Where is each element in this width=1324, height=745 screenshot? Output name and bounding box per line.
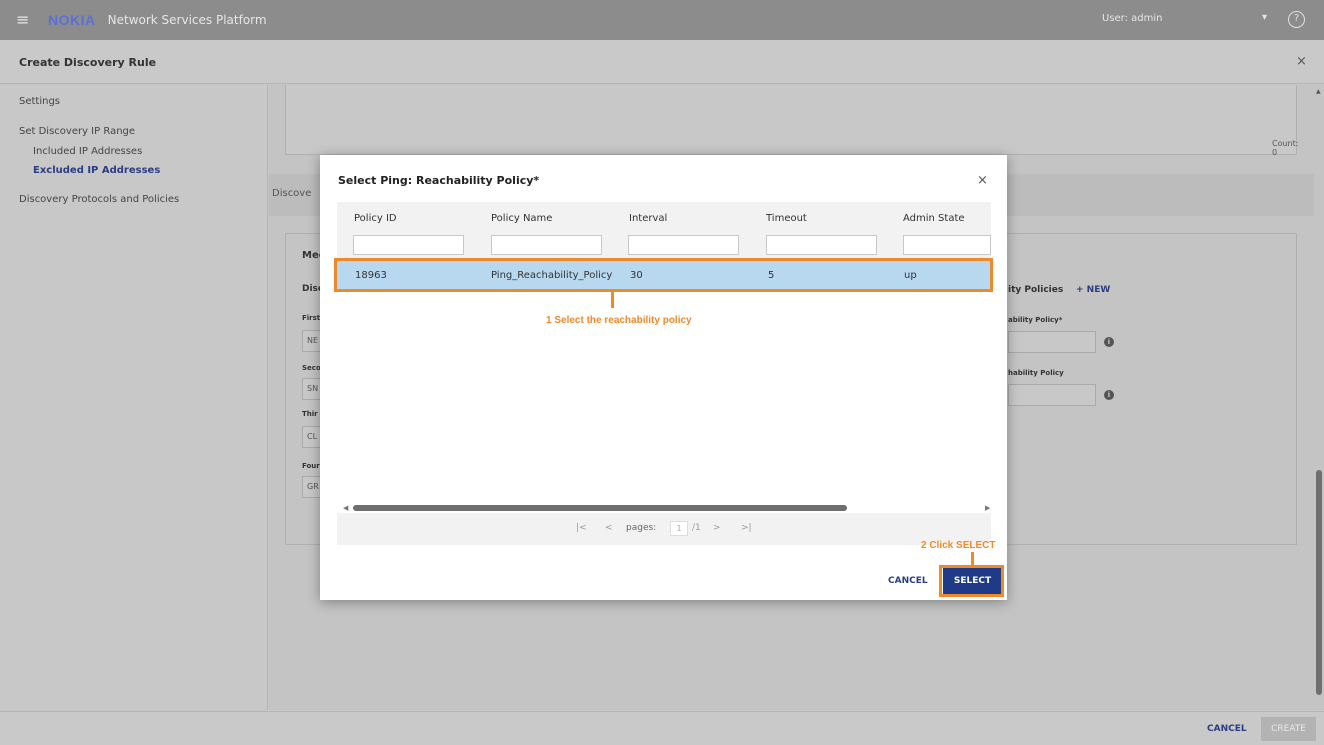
nav-item-settings[interactable]: Settings [19,96,60,107]
third-label: Thir [302,410,318,418]
second-field[interactable]: SN [302,378,322,400]
filter-row [337,233,991,259]
last-page-icon[interactable]: >| [741,523,752,533]
filter-policy-name[interactable] [491,235,602,255]
column-header-policy-id[interactable]: Policy ID [354,213,397,224]
prev-page-icon[interactable]: < [605,523,613,533]
policy-grid: Policy ID Policy Name Interval Timeout A… [337,202,991,545]
second-label: Seco [302,364,321,372]
row-highlight-frame [334,258,993,292]
reach-policy2-field[interactable] [1008,384,1096,406]
callout-connector [611,292,614,308]
first-label: First [302,314,321,322]
reach-policy-field[interactable] [1008,331,1096,353]
page-number-input[interactable]: 1 [670,521,688,536]
new-policy-link[interactable]: + NEW [1076,285,1110,295]
horizontal-scrollbar-thumb[interactable] [353,505,847,511]
grid-header: Policy ID Policy Name Interval Timeout A… [337,202,991,233]
third-field[interactable]: CL [302,426,322,448]
reach-policy-label: ability Policy* [1008,316,1063,324]
filter-admin-state[interactable] [903,235,991,255]
excluded-list: Count: 0 [285,85,1299,157]
column-header-timeout[interactable]: Timeout [766,213,807,224]
dialog-title: Select Ping: Reachability Policy* [338,174,540,187]
next-page-icon[interactable]: > [713,523,721,533]
info-icon: i [1104,390,1114,400]
first-field[interactable]: NE [302,330,322,352]
info-icon: i [1104,337,1114,347]
filter-policy-id[interactable] [353,235,464,255]
fourth-label: Four [302,462,320,470]
horizontal-scrollbar[interactable]: ◀ ▶ [337,504,991,512]
column-header-interval[interactable]: Interval [629,213,667,224]
first-page-icon[interactable]: |< [576,523,587,533]
select-policy-dialog: Select Ping: Reachability Policy* × Poli… [320,155,1007,600]
close-icon[interactable]: × [977,173,988,188]
column-header-policy-name[interactable]: Policy Name [491,213,552,224]
nav-item-excluded[interactable]: Excluded IP Addresses [33,165,160,176]
policies-label: ity Policies [1008,285,1064,295]
callout-step-2: 2 Click SELECT [921,540,996,551]
scroll-left-icon[interactable]: ◀ [343,504,348,512]
count-label: Count: 0 [1272,139,1299,157]
fourth-field[interactable]: GR [302,476,322,498]
page-footer: CANCEL CREATE [0,711,1324,745]
nav-item-protocols[interactable]: Discovery Protocols and Policies [19,194,179,205]
chevron-down-icon[interactable]: ▾ [1262,12,1267,23]
nav-item-set-range[interactable]: Set Discovery IP Range [19,126,135,137]
filter-interval[interactable] [628,235,739,255]
create-button[interactable]: CREATE [1261,717,1316,741]
cancel-button[interactable]: CANCEL [1207,724,1247,734]
pages-label: pages: [626,523,657,533]
pager: |< < pages: 1 /1 > >| [337,513,991,545]
page-total: /1 [692,523,701,533]
dialog-cancel-button[interactable]: CANCEL [888,576,928,586]
page-header: Create Discovery Rule × [0,40,1324,84]
section-title: Discove [272,188,312,199]
page-title: Create Discovery Rule [19,56,157,69]
nav-item-included[interactable]: Included IP Addresses [33,146,142,157]
nokia-logo: NOKIA [48,12,96,28]
top-app-bar: ≡ NOKIA Network Services Platform User: … [0,0,1324,40]
filter-timeout[interactable] [766,235,877,255]
callout-step-1: 1 Select the reachability policy [546,315,692,326]
scroll-right-icon[interactable]: ▶ [985,504,990,512]
scroll-up-icon[interactable]: ▲ [1316,88,1321,95]
column-header-admin-state[interactable]: Admin State [903,213,965,224]
reach-policy2-label: hability Policy [1008,369,1064,377]
close-icon[interactable]: × [1296,54,1307,69]
page-scrollbar-thumb[interactable] [1316,470,1322,695]
callout-connector [971,552,974,565]
select-highlight-frame [939,565,1004,597]
app-name: Network Services Platform [107,13,267,27]
user-label[interactable]: User: admin [1102,13,1163,24]
help-icon[interactable]: ? [1288,11,1305,28]
left-nav: Settings Set Discovery IP Range Included… [0,85,268,710]
hamburger-menu-icon[interactable]: ≡ [16,12,34,28]
